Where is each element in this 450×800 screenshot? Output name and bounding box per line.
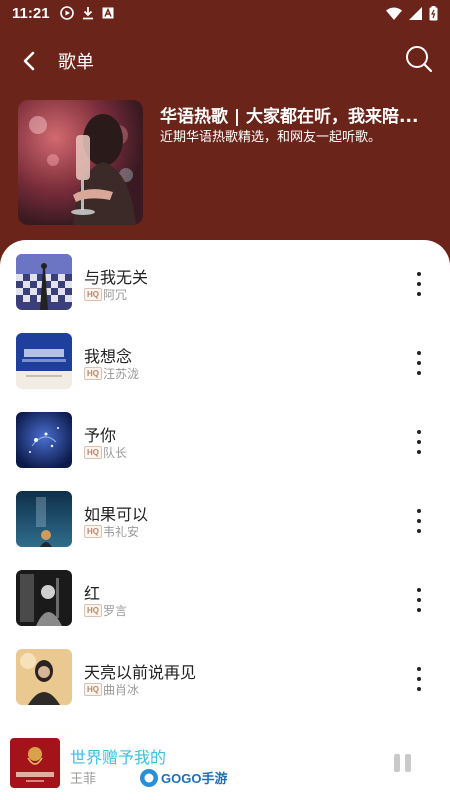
song-title: 予你 [84,426,117,445]
search-icon [406,46,433,73]
watermark-logo: GOGO手游网 [138,766,240,790]
hq-badge: HQ [84,604,102,617]
status-bar: 11:21 [0,0,450,26]
now-playing-artist: 王菲 [70,772,97,787]
hq-badge: HQ [84,683,102,696]
playlist-cover[interactable] [18,100,143,225]
now-playing-title: 世界赠予我的 [70,748,167,767]
pause-icon [394,754,400,772]
song-artist: 汪苏泷 [103,367,140,381]
song-artist: 曲肖冰 [103,683,140,697]
now-playing-art[interactable] [10,738,60,788]
album-art [16,570,72,626]
album-art [16,333,72,389]
song-row[interactable]: 天亮以前说再见 HQ 曲肖冰 [0,638,450,708]
play-circle-icon [59,6,74,20]
hq-badge: HQ [84,288,102,301]
song-artist: 罗言 [103,604,128,618]
playlist-description: 近期华语热歌精选，和网友一起听歌。 [160,130,382,145]
song-list: 与我无关 HQ 阿冗 我想念 HQ 汪苏泷 予你 HQ 队长 如果可以 HQ 韦… [0,240,450,800]
back-arrow-icon [23,51,35,71]
song-row[interactable]: 予你 HQ 队长 [0,401,450,471]
hq-badge: HQ [84,525,102,538]
album-art [16,254,72,310]
more-vertical-icon [417,588,421,592]
song-title: 与我无关 [84,268,149,287]
album-art [16,649,72,705]
battery-icon [429,5,438,20]
more-options-button[interactable] [406,506,432,536]
more-options-button[interactable] [406,348,432,378]
more-options-button[interactable] [406,585,432,615]
watermark-text: GOGO手游网 [161,771,228,786]
more-vertical-icon [417,509,421,513]
pause-button[interactable] [394,754,414,774]
playlist-header: 华语热歌 | 大家都在听，我来陪... 近期华语热歌精选，和网友一起听歌。 [18,100,432,230]
more-vertical-icon [417,667,421,671]
status-time: 11:21 [12,4,50,22]
song-title: 红 [84,584,101,603]
more-options-button[interactable] [406,427,432,457]
song-row[interactable]: 如果可以 HQ 韦礼安 [0,480,450,550]
more-vertical-icon [417,430,421,434]
more-options-button[interactable] [406,269,432,299]
hq-badge: HQ [84,367,102,380]
page-title: 歌单 [58,52,94,73]
wifi-icon [386,7,402,20]
mini-player[interactable]: 世界赠予我的 王菲 GOGO手游网 [0,728,450,800]
song-title: 天亮以前说再见 [84,663,197,682]
song-row[interactable]: 红 HQ 罗言 [0,559,450,629]
album-art [16,491,72,547]
back-button[interactable] [8,39,52,83]
more-options-button[interactable] [406,664,432,694]
album-art [16,412,72,468]
more-vertical-icon [417,272,421,276]
playlist-title: 华语热歌 | 大家都在听，我来陪... [160,107,419,127]
song-row[interactable]: 我想念 HQ 汪苏泷 [0,322,450,392]
song-artist: 阿冗 [103,288,128,302]
download-icon [82,7,93,20]
song-artist: 队长 [103,446,128,460]
app-bar: 歌单 [0,36,450,86]
a-icon [102,7,114,19]
search-button[interactable] [402,42,436,76]
song-artist: 韦礼安 [103,525,140,539]
signal-icon [409,6,422,20]
song-row[interactable]: 与我无关 HQ 阿冗 [0,243,450,313]
song-title: 我想念 [84,347,133,366]
more-vertical-icon [417,351,421,355]
song-title: 如果可以 [84,505,149,524]
hq-badge: HQ [84,446,102,459]
